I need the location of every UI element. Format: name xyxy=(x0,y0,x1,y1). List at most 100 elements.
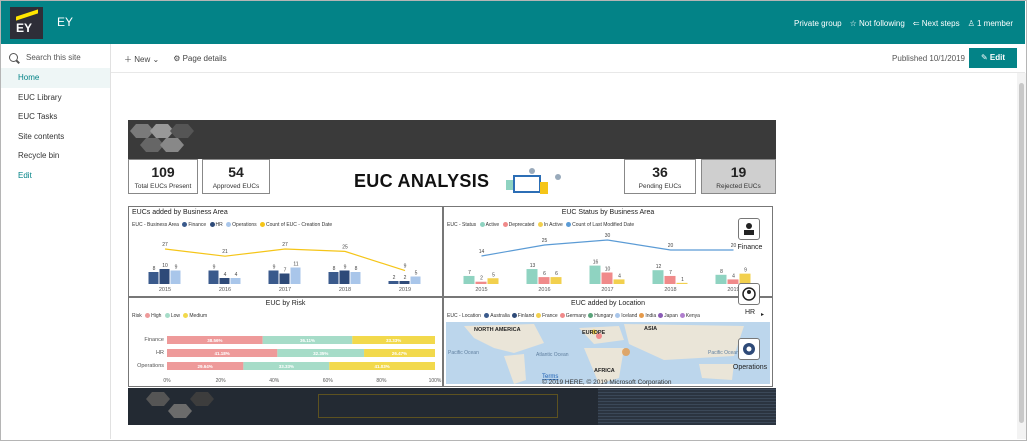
search-placeholder: Search this site xyxy=(26,53,81,62)
x-tick-label: 20% xyxy=(216,378,227,384)
chart-bar xyxy=(268,270,279,284)
chart-bar xyxy=(208,270,219,284)
map-region-label: Pacific Ocean xyxy=(708,350,739,356)
bar-data-label: 1 xyxy=(681,277,684,283)
ey-logo[interactable]: EY xyxy=(10,7,43,39)
nav-item-recycle-bin[interactable]: Recycle bin xyxy=(1,146,110,166)
chart-status[interactable]: EUC Status by Business Area EUC - Status… xyxy=(443,206,773,297)
chart-bar xyxy=(410,276,421,284)
bar-data-label: 6 xyxy=(555,271,558,277)
nav-item-euc-tasks[interactable]: EUC Tasks xyxy=(1,107,110,127)
bar-data-label: 2 xyxy=(480,276,483,282)
kpi-value: 54 xyxy=(228,164,244,180)
chart-bar xyxy=(715,274,727,284)
line-data-label: 20 xyxy=(668,243,674,249)
finance-icon[interactable] xyxy=(738,218,760,240)
dashboard-footer-banner xyxy=(128,388,776,425)
search-box[interactable]: Search this site xyxy=(9,53,81,62)
chart-bar xyxy=(170,270,181,284)
x-tick-label: 60% xyxy=(323,378,334,384)
bar-data-label: 16 xyxy=(593,260,599,266)
chart-bar xyxy=(148,272,159,284)
chevron-down-icon: ⌄ xyxy=(152,55,160,64)
edit-button[interactable]: ✎ Edit xyxy=(969,48,1017,68)
chart-bar xyxy=(676,282,688,284)
x-tick-label: 2016 xyxy=(219,287,231,293)
map-location[interactable]: EUC added by Location EUC - Location Aus… xyxy=(443,297,773,387)
chart-risk[interactable]: EUC by Risk Risk High Low Medium Finance… xyxy=(128,297,443,387)
location-map[interactable]: NORTH AMERICA EUROPE ASIA Pacific Ocean Atla… xyxy=(444,298,772,386)
bar-data-label: 2 xyxy=(393,275,396,281)
scrollbar-thumb[interactable] xyxy=(1019,83,1024,423)
hex-decoration xyxy=(160,138,184,152)
search-icon xyxy=(9,53,18,62)
star-icon: ☆ xyxy=(849,19,857,28)
map-region-label: NORTH AMERICA xyxy=(474,327,521,333)
kpi-rejected-eucs: 19 Rejected EUCs xyxy=(701,159,776,194)
kpi-label: Rejected EUCs xyxy=(716,183,761,190)
follow-button[interactable]: ☆ Not following xyxy=(850,19,905,28)
operations-icon[interactable] xyxy=(738,338,760,360)
bar-data-label: 7 xyxy=(284,268,287,274)
chart-bar xyxy=(589,265,601,284)
page-details-label: Page details xyxy=(182,54,227,63)
kpi-pending-eucs: 36 Pending EUCs xyxy=(624,159,696,194)
bar-data-label: 4 xyxy=(732,273,735,279)
bar-data-label: 2 xyxy=(404,275,407,281)
pencil-icon: ✎ xyxy=(980,53,988,62)
hex-decoration xyxy=(168,404,192,418)
nav-edit-link[interactable]: Edit xyxy=(1,166,110,186)
nav-item-site-contents[interactable]: Site contents xyxy=(1,127,110,147)
circuit-frame xyxy=(318,394,558,418)
chart-bar xyxy=(159,269,170,284)
kpi-label: Approved EUCs xyxy=(212,183,260,190)
edit-label: Edit xyxy=(989,53,1006,62)
chart-bar xyxy=(219,278,230,284)
bar-data-label: 7 xyxy=(669,270,672,276)
category-label: Operations xyxy=(137,363,164,369)
bar-data-label: 12 xyxy=(656,264,662,270)
logo-beam xyxy=(16,9,38,21)
members-label: 1 member xyxy=(976,19,1013,28)
site-title[interactable]: EY xyxy=(57,15,73,29)
bar-data-label: 8 xyxy=(333,266,336,272)
status-plot: 725201514136 6201625161042017301271201820… xyxy=(463,233,751,293)
devices-illustration xyxy=(506,168,561,194)
bar-data-label: 9 xyxy=(213,265,216,271)
bar-data-label: 5 xyxy=(415,271,418,277)
chart-bar xyxy=(613,279,625,284)
bar-data-label: 5 xyxy=(492,272,495,278)
nav-item-home[interactable]: Home xyxy=(1,68,110,88)
page-scrollbar[interactable] xyxy=(1017,73,1026,439)
members-button[interactable]: ♙ 1 member xyxy=(968,19,1013,28)
chart-bar xyxy=(652,270,664,284)
chart-bar xyxy=(550,277,562,284)
risk-plot: Finance 38.56% 36.11% 33.33% HR 41.18% 32.35% 2… xyxy=(137,336,442,384)
page-details-button[interactable]: ⚙ Page details xyxy=(173,54,226,65)
chart-bar xyxy=(727,279,739,284)
x-tick-label: 2018 xyxy=(664,287,676,293)
map-region-label: ASIA xyxy=(644,326,657,332)
chart-bar xyxy=(290,267,301,284)
bar-data-label: 11 xyxy=(293,262,298,268)
x-tick-label: 40% xyxy=(269,378,280,384)
bar-data-label: 9 xyxy=(175,265,178,271)
new-button[interactable]: ＋ New ⌄ xyxy=(124,54,159,65)
hex-decoration xyxy=(190,392,214,406)
hr-icon[interactable] xyxy=(738,283,760,305)
kpi-value: 36 xyxy=(652,164,668,180)
person-icon: ♙ xyxy=(967,19,975,28)
line-data-label: 21 xyxy=(222,249,228,255)
segment-data-label: 41.03% xyxy=(375,364,390,369)
next-steps-button[interactable]: ⇐ Next steps xyxy=(913,19,960,28)
monitor-shape xyxy=(513,175,541,193)
bar-data-label: 8 xyxy=(355,266,358,272)
chart-business-area[interactable]: EUCs added by Business Area EUC - Busine… xyxy=(128,206,443,297)
x-tick-label: 2015 xyxy=(159,287,171,293)
tablet-shape xyxy=(506,180,513,190)
hex-decoration xyxy=(146,392,170,406)
nav-item-euc-library[interactable]: EUC Library xyxy=(1,88,110,108)
line-data-label: 27 xyxy=(282,242,288,248)
code-texture xyxy=(598,388,776,425)
x-tick-label: 2015 xyxy=(475,287,487,293)
